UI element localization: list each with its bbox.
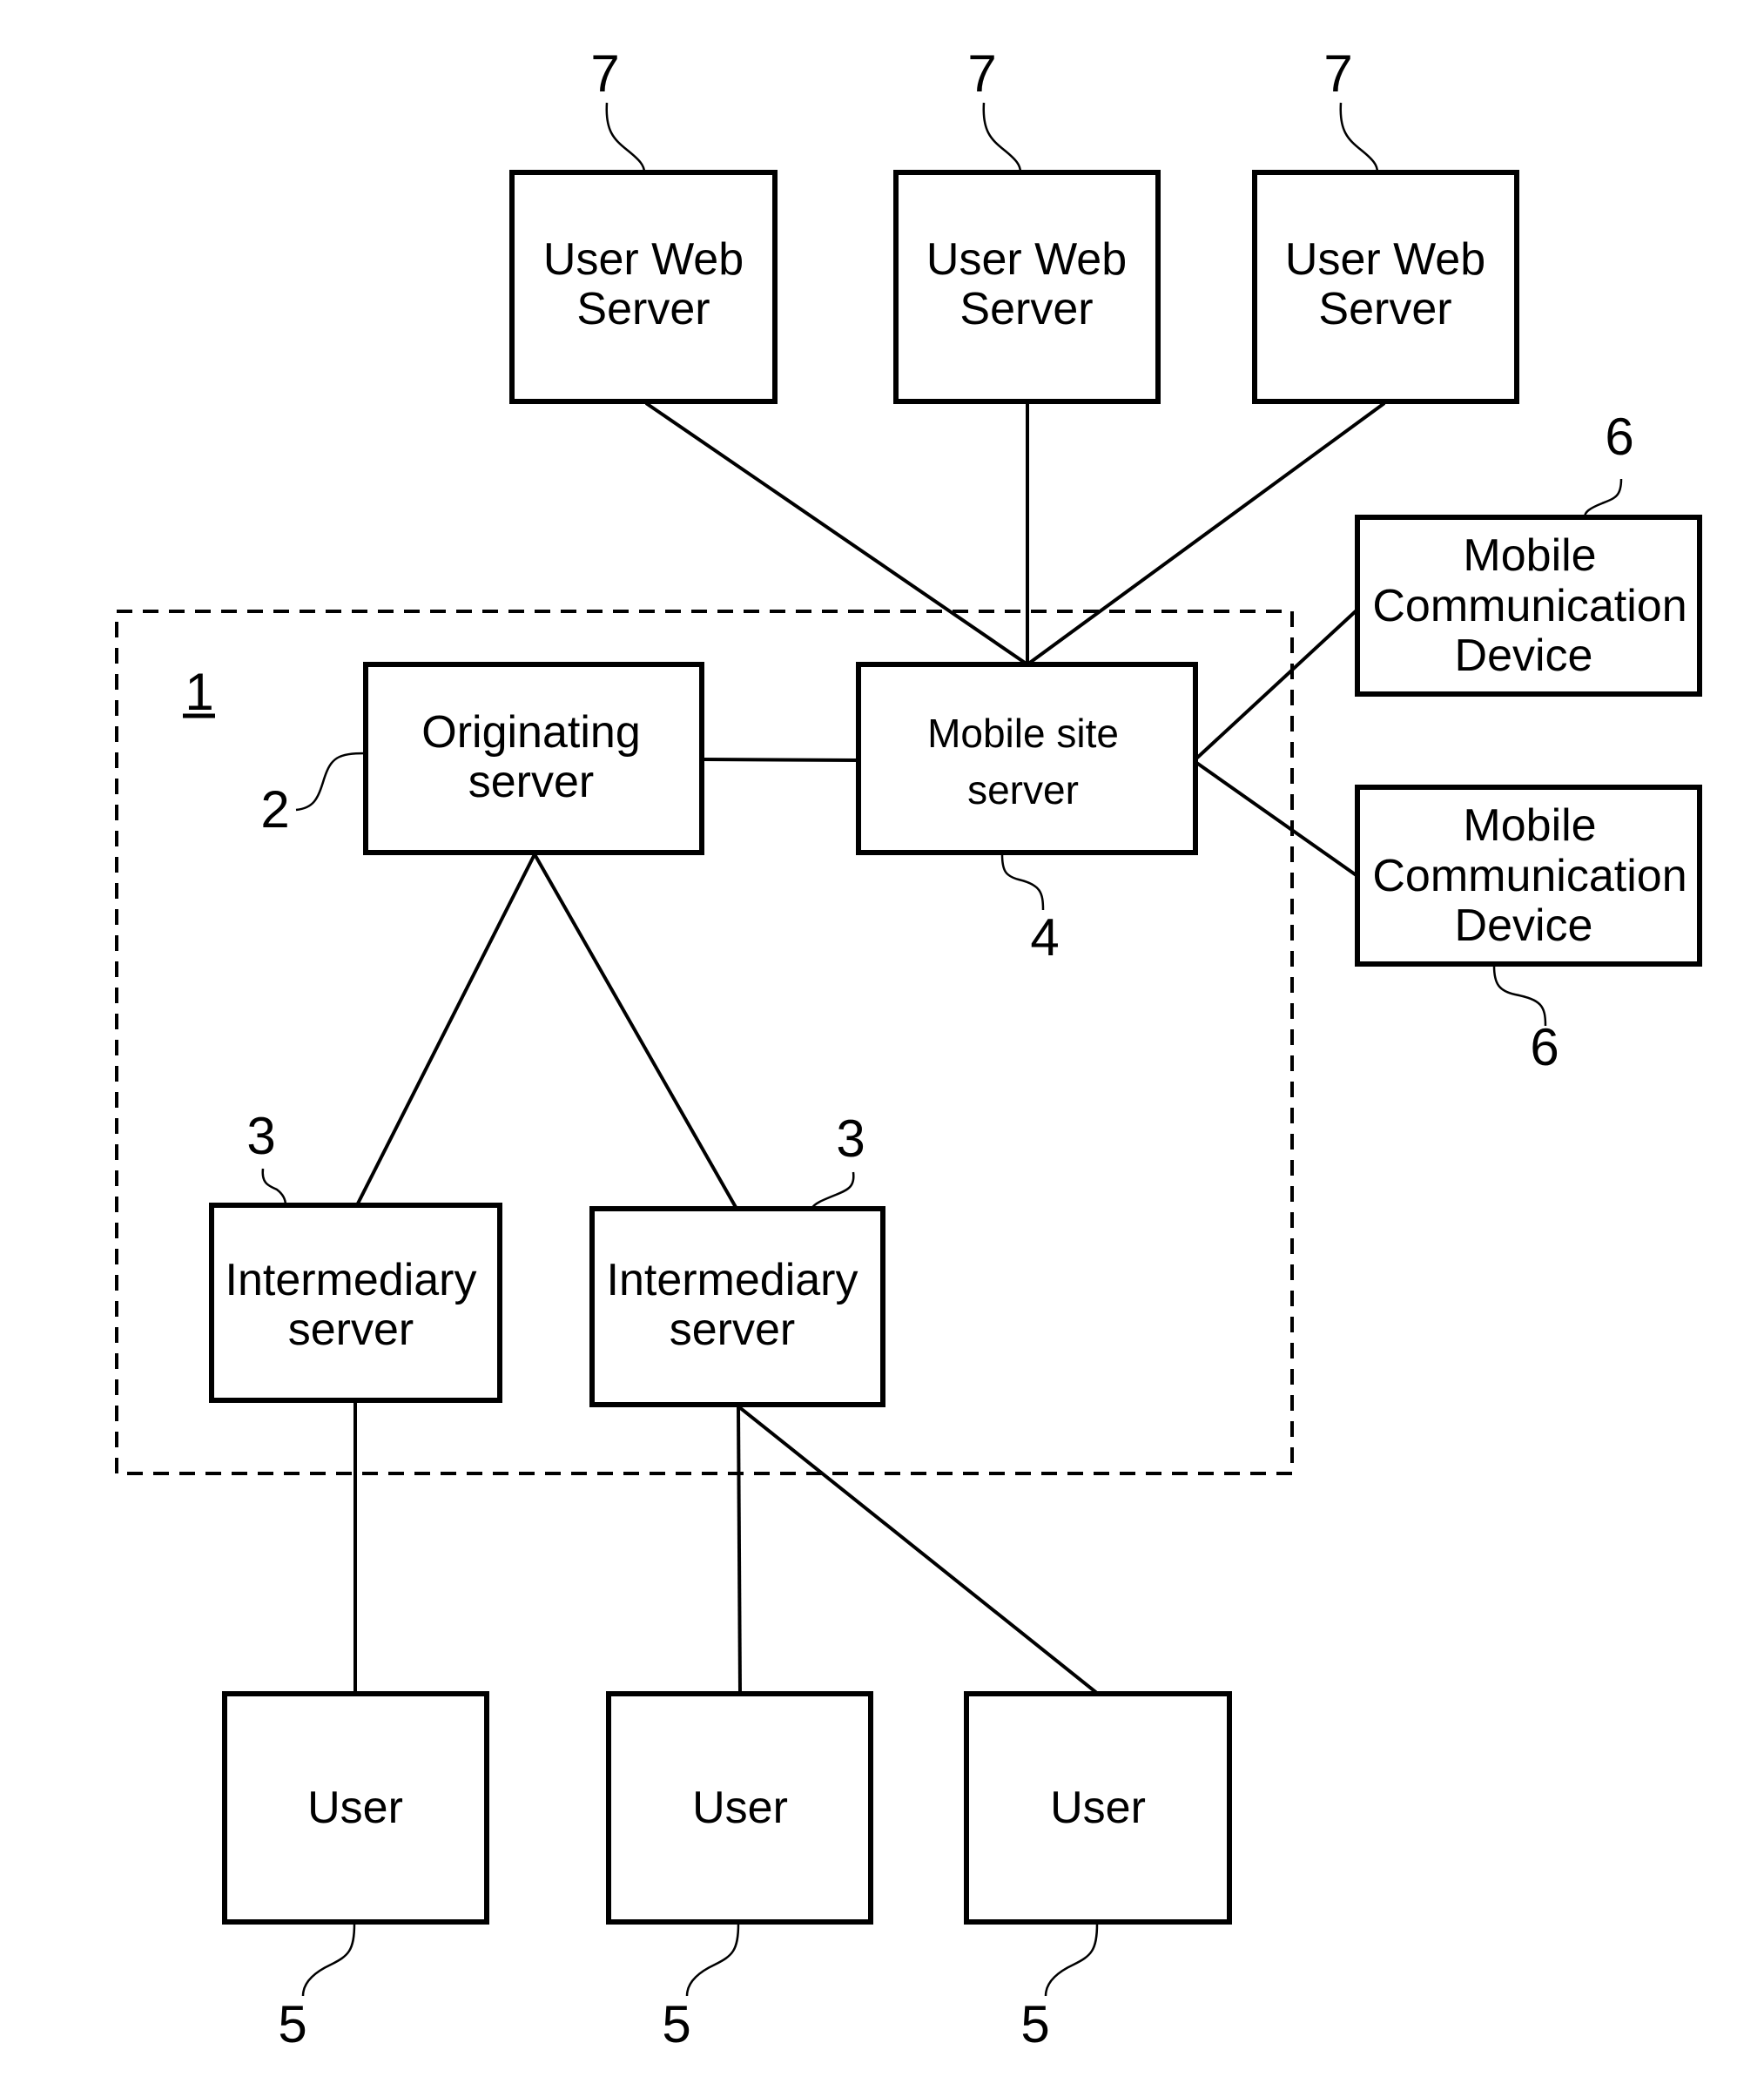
ref-leader: [810, 1171, 855, 1210]
ref-label: 5: [278, 1995, 306, 2053]
ref-label: 3: [836, 1109, 865, 1168]
mobile-site-server: Mobile site server 4: [856, 662, 1198, 967]
ref-label: 5: [1020, 1995, 1049, 2053]
edge-originating-mobile-site: [701, 758, 859, 762]
edge-uws3-mobile-site: [1026, 401, 1386, 666]
user-1: User 5: [222, 1691, 489, 2053]
ref-label: 4: [1030, 908, 1059, 967]
node-label: Mobile site: [927, 711, 1119, 756]
edge-intermediary2-user3: [737, 1405, 1100, 1696]
ref-leader: [605, 102, 646, 173]
ref-label: 6: [1530, 1018, 1559, 1076]
node-label: User: [1050, 1783, 1146, 1833]
user-web-server-1: User Web Server 7: [509, 44, 778, 404]
node-label: User Web: [1285, 234, 1485, 285]
ref-leader: [1583, 478, 1623, 518]
system-ref-label: 1: [185, 663, 213, 721]
node-label: server: [468, 757, 594, 807]
node-label: Communication: [1372, 851, 1687, 901]
ref-label: 7: [1323, 44, 1352, 103]
edge-originating-intermediary1: [355, 853, 536, 1206]
node-label: User: [307, 1783, 403, 1833]
ref-leader: [685, 1923, 740, 1997]
ref-label: 7: [967, 44, 996, 103]
ref-leader: [301, 1923, 356, 1997]
node-label: Mobile: [1463, 530, 1596, 581]
mobile-communication-device-1: Mobile Communication Device 6: [1355, 408, 1702, 697]
node-label: server: [288, 1305, 414, 1355]
user-web-server-3: User Web Server 7: [1252, 44, 1519, 404]
ref-leader: [1339, 102, 1379, 173]
node-label: Intermediary: [226, 1255, 477, 1305]
ref-leader: [1492, 965, 1547, 1027]
node-label: server: [967, 767, 1079, 812]
node-label: Device: [1455, 630, 1593, 681]
mobile-communication-device-2: Mobile Communication Device 6: [1355, 785, 1702, 1076]
user-2: User 5: [606, 1691, 873, 2053]
intermediary-server-2: Intermediary server 3: [589, 1109, 885, 1407]
ref-leader: [982, 102, 1022, 173]
node-label: Communication: [1372, 581, 1687, 631]
node-label: Device: [1455, 900, 1593, 951]
edge-uws1-mobile-site: [644, 401, 1029, 666]
node-label: Server: [959, 284, 1093, 334]
originating-server: Originating server 2: [260, 662, 704, 855]
node-label: User: [692, 1783, 788, 1833]
ref-leader: [295, 752, 367, 812]
node-label: Server: [1318, 284, 1451, 334]
intermediary-server-1: Intermediary server 3: [209, 1107, 502, 1403]
edge-intermediary2-user2: [737, 1406, 742, 1695]
edge-mobile-site-device1: [1194, 608, 1359, 761]
ref-leader: [1000, 853, 1045, 911]
user-3: User 5: [964, 1691, 1232, 2053]
network-diagram: 1 User Web Server 7 User Web Server 7 Us…: [115, 44, 1702, 2053]
node-label: Originating: [421, 707, 640, 758]
node-label: Mobile: [1463, 800, 1596, 851]
ref-label: 3: [246, 1107, 275, 1165]
ref-label: 7: [590, 44, 619, 103]
ref-label: 2: [260, 780, 289, 839]
ref-leader: [261, 1168, 287, 1206]
node-label: server: [670, 1305, 795, 1355]
connectors: [353, 401, 1386, 1696]
ref-label: 6: [1605, 408, 1633, 466]
ref-leader: [1044, 1923, 1099, 1997]
user-web-server-2: User Web Server 7: [893, 44, 1161, 404]
node-label: Server: [576, 284, 710, 334]
ref-label: 5: [662, 1995, 690, 2053]
edge-originating-intermediary2: [533, 853, 738, 1210]
node-label: Intermediary: [607, 1255, 858, 1305]
node-label: User Web: [926, 234, 1127, 285]
node-label: User Web: [543, 234, 744, 285]
edge-mobile-site-device2: [1194, 760, 1359, 878]
